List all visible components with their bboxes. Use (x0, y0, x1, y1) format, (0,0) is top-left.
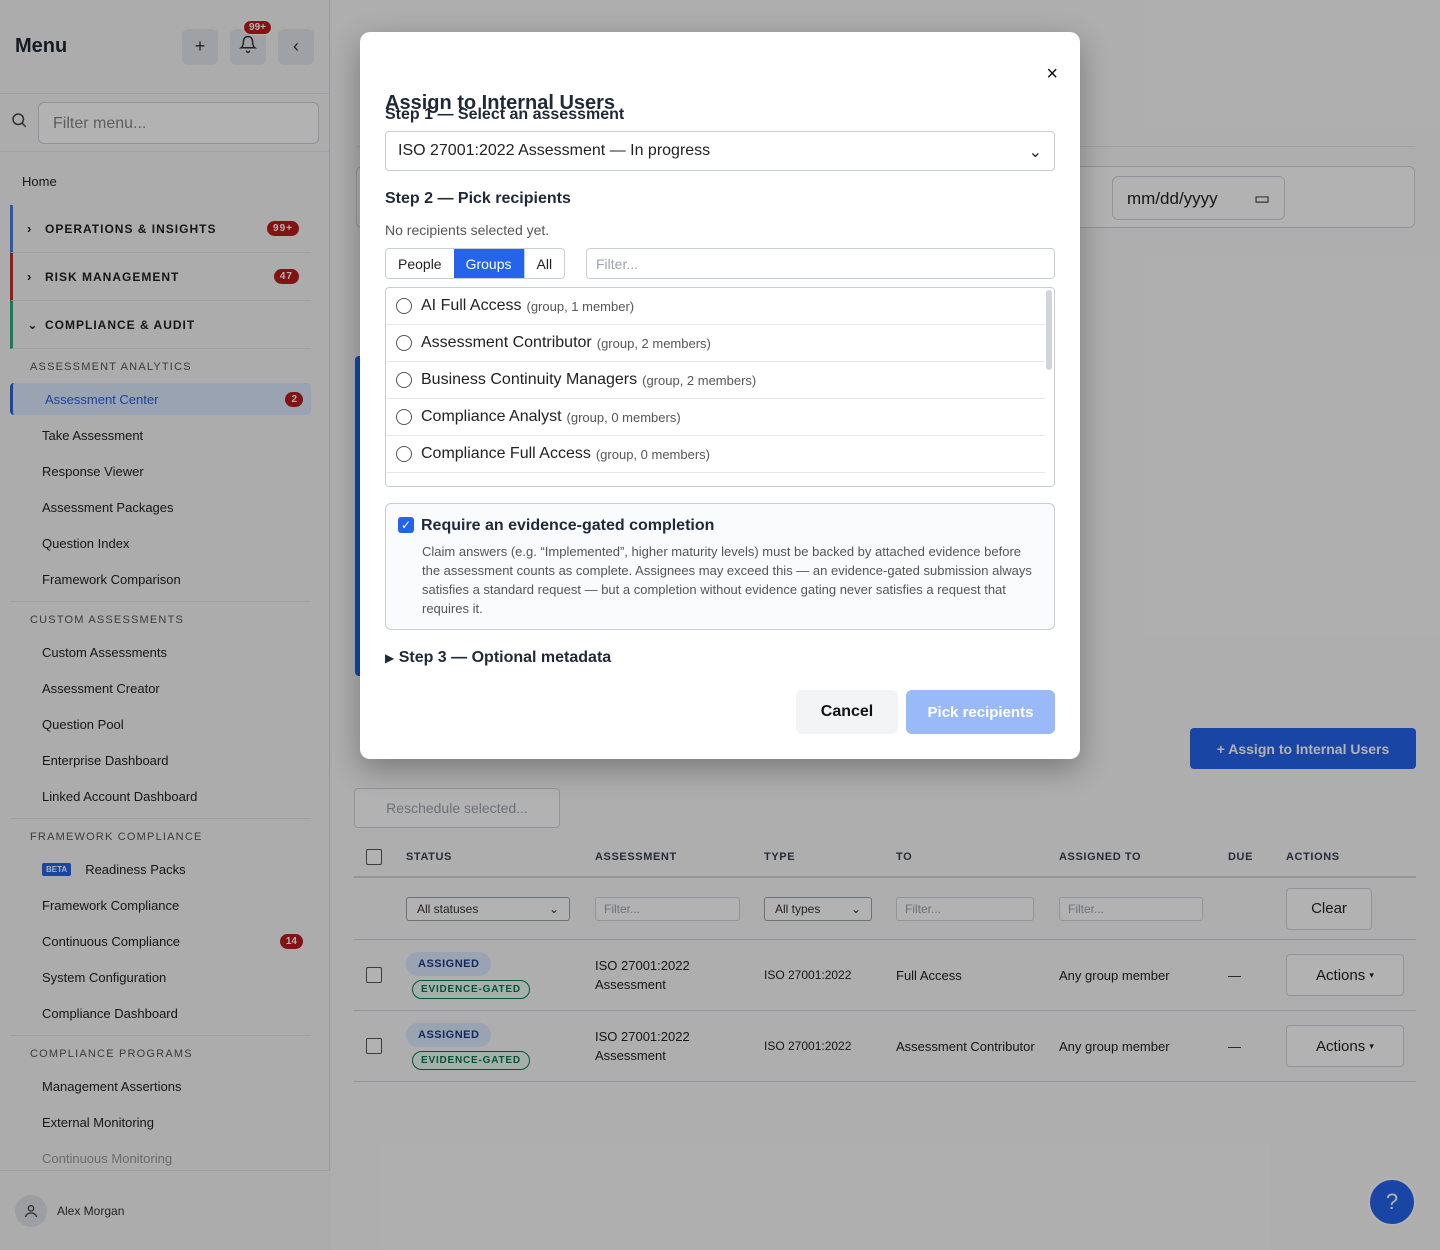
no-recipients-text: No recipients selected yet. (385, 222, 550, 238)
list-item[interactable]: AI Full Access (group, 1 member) (386, 288, 1045, 325)
evidence-gated-option: ✓ Require an evidence-gated completion C… (385, 503, 1055, 630)
triangle-right-icon: ▶ (385, 651, 395, 665)
step2-label: Step 2 — Pick recipients (385, 190, 571, 207)
tab-groups[interactable]: Groups (453, 249, 524, 278)
radio-button[interactable] (396, 335, 412, 351)
list-item[interactable]: Compliance Analyst (group, 0 members) (386, 399, 1045, 436)
step3-toggle[interactable]: ▶ Step 3 — Optional metadata (385, 649, 611, 667)
evidence-gated-description: Claim answers (e.g. “Implemented”, highe… (422, 544, 1032, 616)
list-item[interactable]: Assessment Contributor (group, 2 members) (386, 325, 1045, 362)
recipient-filter-input[interactable]: Filter... (586, 248, 1055, 279)
recipient-type-toggle: People Groups All (385, 248, 566, 279)
close-icon[interactable]: × (1046, 63, 1058, 86)
radio-button[interactable] (396, 372, 412, 388)
assessment-select-value: ISO 27001:2022 Assessment — In progress (398, 142, 711, 159)
step1-label: Step 1 — Select an assessment (385, 106, 625, 123)
tab-all[interactable]: All (523, 249, 565, 278)
radio-button[interactable] (396, 446, 412, 462)
evidence-gated-title: Require an evidence-gated completion (421, 517, 715, 534)
scrollbar[interactable] (1046, 290, 1052, 370)
recipient-list: AI Full Access (group, 1 member) Assessme… (385, 287, 1055, 487)
pick-recipients-button[interactable]: Pick recipients (906, 690, 1055, 734)
tab-people[interactable]: People (386, 249, 454, 278)
step3-label: Step 3 — Optional metadata (398, 649, 612, 666)
list-item[interactable]: Business Continuity Managers (group, 2 me… (386, 362, 1045, 399)
assign-modal: Assign to Internal Users × Step 1 — Sele… (360, 32, 1080, 759)
assessment-select[interactable]: ISO 27001:2022 Assessment — In progress … (385, 131, 1055, 171)
list-item[interactable]: Compliance Full Access (group, 0 members) (386, 436, 1045, 473)
cancel-button[interactable]: Cancel (796, 690, 898, 734)
radio-button[interactable] (396, 298, 412, 314)
evidence-gated-checkbox[interactable]: ✓ (398, 517, 414, 533)
chevron-down-icon: ⌄ (1028, 144, 1042, 161)
radio-button[interactable] (396, 409, 412, 425)
